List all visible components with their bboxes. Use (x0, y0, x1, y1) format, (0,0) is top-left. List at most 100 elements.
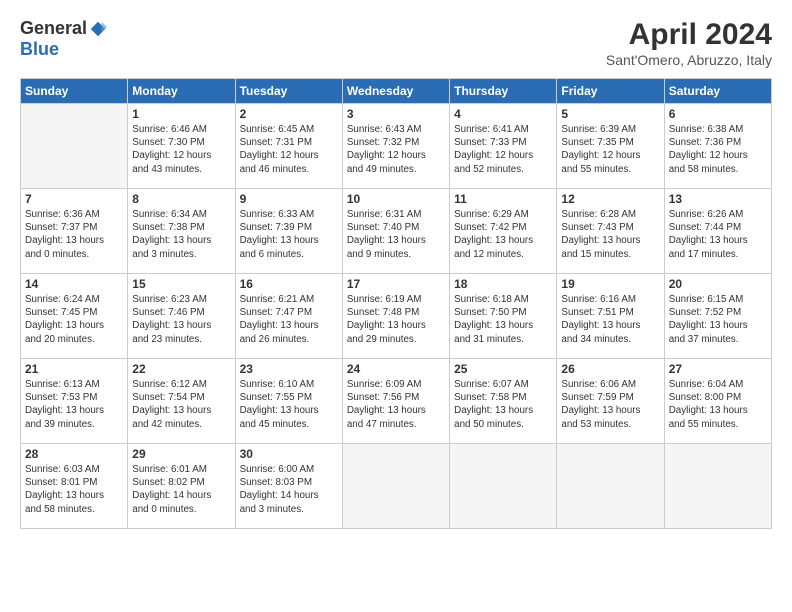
day-number: 14 (25, 277, 123, 291)
calendar-cell (450, 444, 557, 529)
day-info: Sunrise: 6:23 AM Sunset: 7:46 PM Dayligh… (132, 293, 230, 346)
logo: General Blue (20, 18, 107, 60)
day-info: Sunrise: 6:36 AM Sunset: 7:37 PM Dayligh… (25, 208, 123, 261)
day-number: 10 (347, 192, 445, 206)
day-info: Sunrise: 6:39 AM Sunset: 7:35 PM Dayligh… (561, 123, 659, 176)
calendar-cell: 8Sunrise: 6:34 AM Sunset: 7:38 PM Daylig… (128, 189, 235, 274)
day-number: 20 (669, 277, 767, 291)
calendar-cell: 10 Sunrise: 6:31 AM Sunset: 7:40 PM Dayli… (342, 189, 449, 274)
calendar-cell: 25 Sunrise: 6:07 AM Sunset: 7:58 PM Dayli… (450, 359, 557, 444)
title-block: April 2024 Sant'Omero, Abruzzo, Italy (606, 18, 772, 68)
calendar-header-row: SundayMondayTuesdayWednesdayThursdayFrid… (21, 79, 772, 104)
header-cell-sunday: Sunday (21, 79, 128, 104)
calendar-cell: 18 Sunrise: 6:18 AM Sunset: 7:50 PM Dayli… (450, 274, 557, 359)
calendar-cell: 28 Sunrise: 6:03 AM Sunset: 8:01 PM Dayli… (21, 444, 128, 529)
day-number: 22 (132, 362, 230, 376)
day-info: Sunrise: 6:26 AM Sunset: 7:44 PM Dayligh… (669, 208, 767, 261)
header-cell-wednesday: Wednesday (342, 79, 449, 104)
calendar-cell: 6Sunrise: 6:38 AM Sunset: 7:36 PM Daylig… (664, 104, 771, 189)
day-number: 23 (240, 362, 338, 376)
calendar-cell: 12Sunrise: 6:28 AM Sunset: 7:43 PM Dayli… (557, 189, 664, 274)
day-info: Sunrise: 6:45 AM Sunset: 7:31 PM Dayligh… (240, 123, 338, 176)
page: General Blue April 2024 Sant'Omero, Abru… (0, 0, 792, 612)
day-info: Sunrise: 6:10 AM Sunset: 7:55 PM Dayligh… (240, 378, 338, 431)
day-info: Sunrise: 6:21 AM Sunset: 7:47 PM Dayligh… (240, 293, 338, 346)
calendar-cell: 27 Sunrise: 6:04 AM Sunset: 8:00 PM Dayli… (664, 359, 771, 444)
day-info: Sunrise: 6:03 AM Sunset: 8:01 PM Dayligh… (25, 463, 123, 516)
day-number: 29 (132, 447, 230, 461)
calendar-cell (664, 444, 771, 529)
header-cell-friday: Friday (557, 79, 664, 104)
calendar-cell: 2 Sunrise: 6:45 AM Sunset: 7:31 PM Daylig… (235, 104, 342, 189)
day-number: 21 (25, 362, 123, 376)
calendar-cell: 11 Sunrise: 6:29 AM Sunset: 7:42 PM Dayli… (450, 189, 557, 274)
calendar-week-row: 1 Sunrise: 6:46 AM Sunset: 7:30 PM Daylig… (21, 104, 772, 189)
day-number: 13 (669, 192, 767, 206)
day-number: 15 (132, 277, 230, 291)
calendar-cell: 7 Sunrise: 6:36 AM Sunset: 7:37 PM Daylig… (21, 189, 128, 274)
day-number: 17 (347, 277, 445, 291)
calendar-cell: 1 Sunrise: 6:46 AM Sunset: 7:30 PM Daylig… (128, 104, 235, 189)
day-info: Sunrise: 6:06 AM Sunset: 7:59 PM Dayligh… (561, 378, 659, 431)
day-info: Sunrise: 6:46 AM Sunset: 7:30 PM Dayligh… (132, 123, 230, 176)
day-number: 1 (132, 107, 230, 121)
calendar-cell: 9 Sunrise: 6:33 AM Sunset: 7:39 PM Daylig… (235, 189, 342, 274)
day-number: 18 (454, 277, 552, 291)
calendar-week-row: 21 Sunrise: 6:13 AM Sunset: 7:53 PM Dayli… (21, 359, 772, 444)
day-number: 4 (454, 107, 552, 121)
day-info: Sunrise: 6:18 AM Sunset: 7:50 PM Dayligh… (454, 293, 552, 346)
main-title: April 2024 (606, 18, 772, 52)
day-info: Sunrise: 6:01 AM Sunset: 8:02 PM Dayligh… (132, 463, 230, 516)
day-number: 24 (347, 362, 445, 376)
calendar-week-row: 7 Sunrise: 6:36 AM Sunset: 7:37 PM Daylig… (21, 189, 772, 274)
logo-icon (89, 20, 107, 38)
calendar-cell: 29 Sunrise: 6:01 AM Sunset: 8:02 PM Dayli… (128, 444, 235, 529)
calendar-cell: 22 Sunrise: 6:12 AM Sunset: 7:54 PM Dayli… (128, 359, 235, 444)
day-info: Sunrise: 6:41 AM Sunset: 7:33 PM Dayligh… (454, 123, 552, 176)
day-info: Sunrise: 6:04 AM Sunset: 8:00 PM Dayligh… (669, 378, 767, 431)
day-number: 3 (347, 107, 445, 121)
day-info: Sunrise: 6:07 AM Sunset: 7:58 PM Dayligh… (454, 378, 552, 431)
logo-general: General (20, 18, 87, 39)
calendar-cell: 15 Sunrise: 6:23 AM Sunset: 7:46 PM Dayli… (128, 274, 235, 359)
day-info: Sunrise: 6:19 AM Sunset: 7:48 PM Dayligh… (347, 293, 445, 346)
calendar-table: SundayMondayTuesdayWednesdayThursdayFrid… (20, 78, 772, 529)
header-cell-tuesday: Tuesday (235, 79, 342, 104)
day-info: Sunrise: 6:43 AM Sunset: 7:32 PM Dayligh… (347, 123, 445, 176)
day-number: 2 (240, 107, 338, 121)
calendar-cell (21, 104, 128, 189)
day-number: 6 (669, 107, 767, 121)
day-info: Sunrise: 6:13 AM Sunset: 7:53 PM Dayligh… (25, 378, 123, 431)
day-number: 30 (240, 447, 338, 461)
day-number: 11 (454, 192, 552, 206)
calendar-cell: 5Sunrise: 6:39 AM Sunset: 7:35 PM Daylig… (557, 104, 664, 189)
calendar-cell: 23 Sunrise: 6:10 AM Sunset: 7:55 PM Dayli… (235, 359, 342, 444)
day-info: Sunrise: 6:28 AM Sunset: 7:43 PM Dayligh… (561, 208, 659, 261)
calendar-cell: 16Sunrise: 6:21 AM Sunset: 7:47 PM Dayli… (235, 274, 342, 359)
day-info: Sunrise: 6:12 AM Sunset: 7:54 PM Dayligh… (132, 378, 230, 431)
calendar-cell: 24Sunrise: 6:09 AM Sunset: 7:56 PM Dayli… (342, 359, 449, 444)
calendar-cell (557, 444, 664, 529)
calendar-cell: 20 Sunrise: 6:15 AM Sunset: 7:52 PM Dayli… (664, 274, 771, 359)
day-number: 19 (561, 277, 659, 291)
day-info: Sunrise: 6:00 AM Sunset: 8:03 PM Dayligh… (240, 463, 338, 516)
subtitle: Sant'Omero, Abruzzo, Italy (606, 52, 772, 68)
day-number: 7 (25, 192, 123, 206)
day-number: 9 (240, 192, 338, 206)
day-info: Sunrise: 6:15 AM Sunset: 7:52 PM Dayligh… (669, 293, 767, 346)
calendar-cell: 19 Sunrise: 6:16 AM Sunset: 7:51 PM Dayli… (557, 274, 664, 359)
day-info: Sunrise: 6:31 AM Sunset: 7:40 PM Dayligh… (347, 208, 445, 261)
calendar-cell: 17 Sunrise: 6:19 AM Sunset: 7:48 PM Dayli… (342, 274, 449, 359)
calendar-cell: 4 Sunrise: 6:41 AM Sunset: 7:33 PM Daylig… (450, 104, 557, 189)
day-number: 28 (25, 447, 123, 461)
day-info: Sunrise: 6:24 AM Sunset: 7:45 PM Dayligh… (25, 293, 123, 346)
day-info: Sunrise: 6:16 AM Sunset: 7:51 PM Dayligh… (561, 293, 659, 346)
day-number: 27 (669, 362, 767, 376)
header-cell-thursday: Thursday (450, 79, 557, 104)
day-info: Sunrise: 6:33 AM Sunset: 7:39 PM Dayligh… (240, 208, 338, 261)
calendar-cell: 30 Sunrise: 6:00 AM Sunset: 8:03 PM Dayli… (235, 444, 342, 529)
day-info: Sunrise: 6:29 AM Sunset: 7:42 PM Dayligh… (454, 208, 552, 261)
calendar-cell: 26Sunrise: 6:06 AM Sunset: 7:59 PM Dayli… (557, 359, 664, 444)
calendar-week-row: 28 Sunrise: 6:03 AM Sunset: 8:01 PM Dayli… (21, 444, 772, 529)
day-number: 25 (454, 362, 552, 376)
